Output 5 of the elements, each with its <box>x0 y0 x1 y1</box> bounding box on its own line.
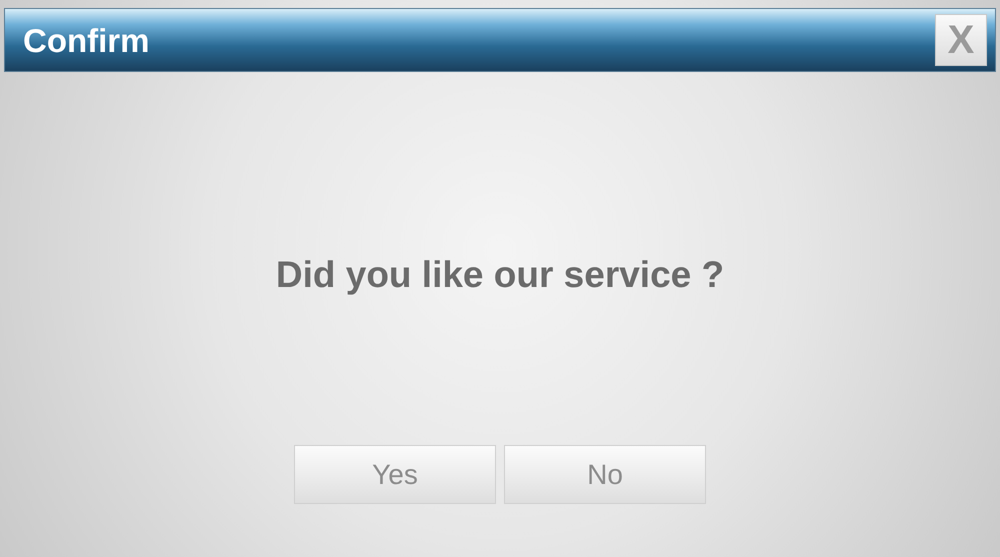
dialog-button[interactable]: No <box>504 445 706 504</box>
close-button[interactable]: X <box>935 14 987 66</box>
window-title: Confirm <box>23 24 150 56</box>
question-text: Did you like our service ? <box>276 256 724 293</box>
dialog-button[interactable]: Yes <box>294 445 496 504</box>
